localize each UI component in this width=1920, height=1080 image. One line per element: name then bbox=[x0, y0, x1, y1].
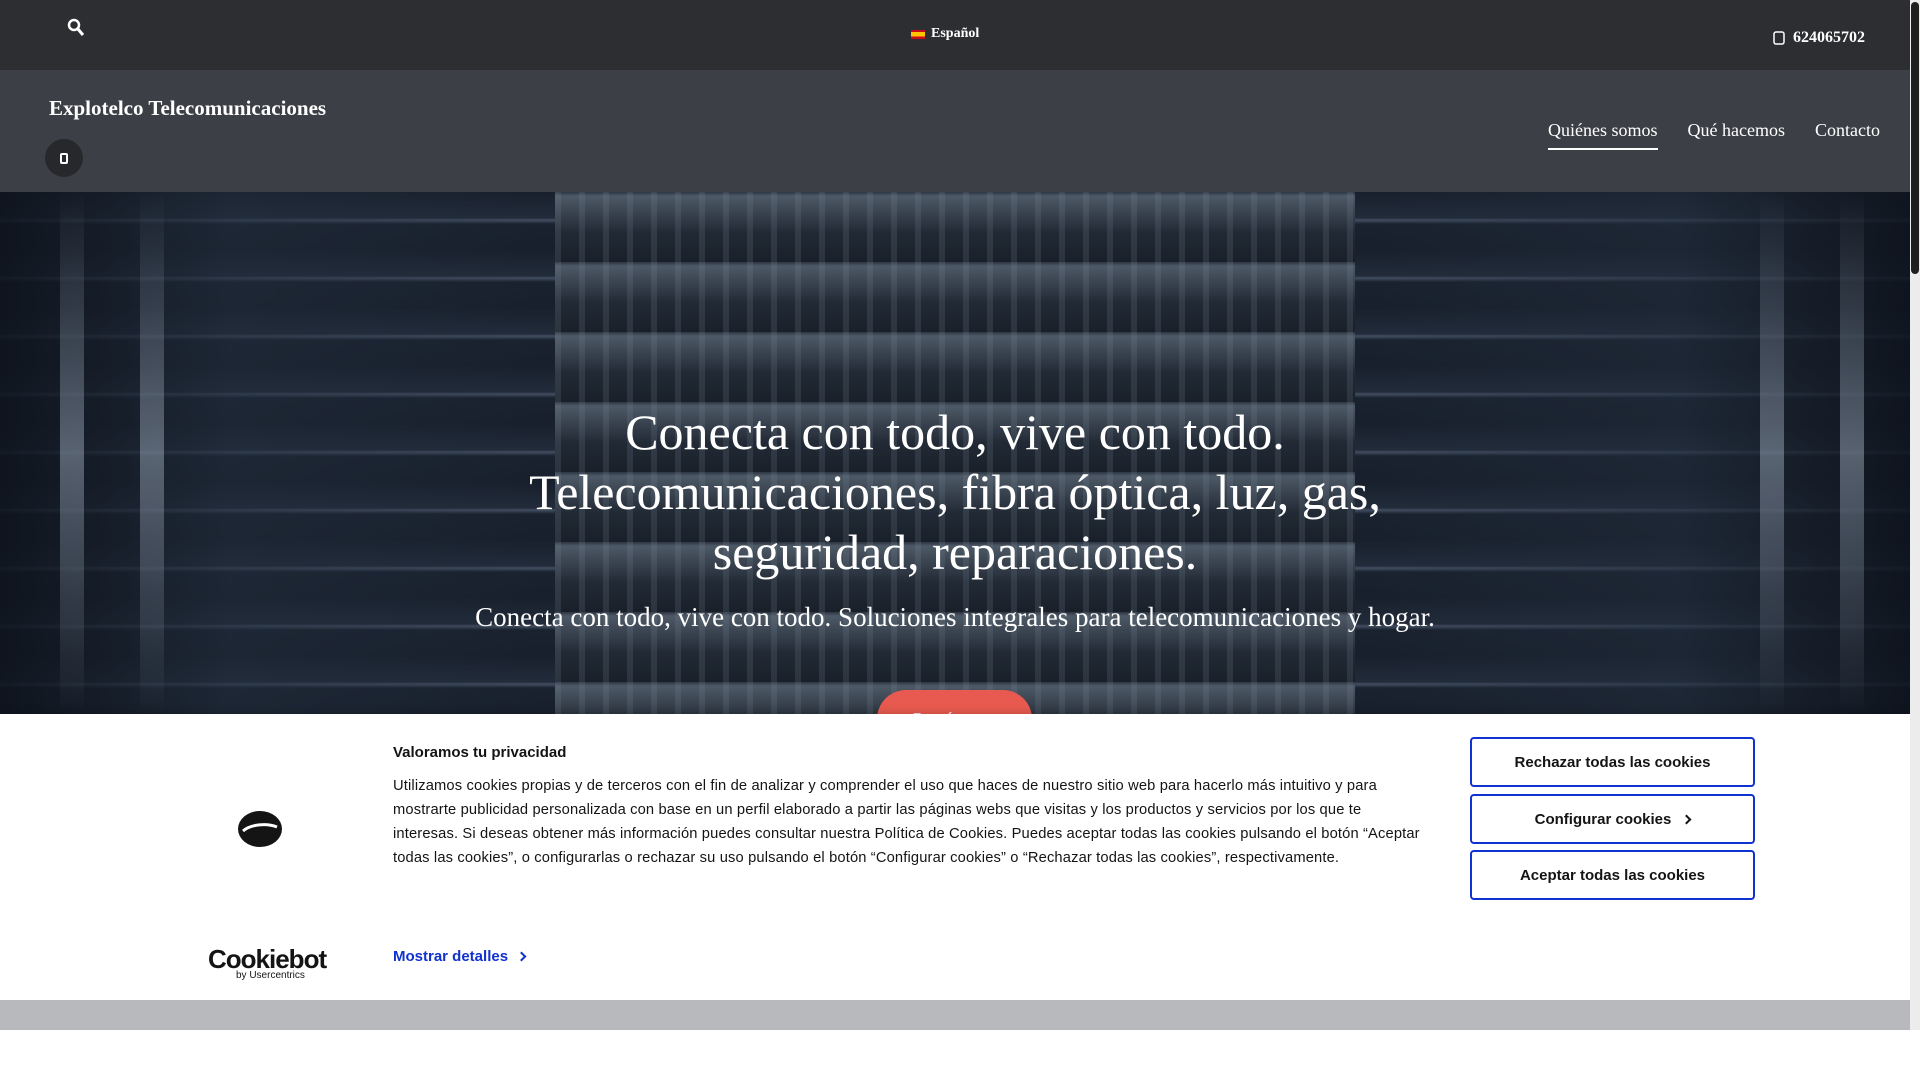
phone-icon bbox=[1773, 31, 1785, 45]
phone-number: 624065702 bbox=[1793, 29, 1865, 46]
spain-flag-icon bbox=[911, 29, 925, 39]
cookiebot-logo-name: Cookiebot bbox=[208, 944, 327, 974]
reject-all-cookies-button[interactable]: Rechazar todas las cookies bbox=[1470, 737, 1755, 787]
configure-label: Configurar cookies bbox=[1534, 810, 1672, 828]
social-link-button[interactable] bbox=[45, 139, 83, 177]
site-header: Explotelco Telecomunicaciones Quiénes so… bbox=[0, 70, 1910, 192]
scrollbar-thumb[interactable] bbox=[1911, 2, 1919, 274]
main-nav: Quiénes somos Qué hacemos Contacto bbox=[1548, 120, 1880, 150]
site-brand[interactable]: Explotelco Telecomunicaciones bbox=[49, 96, 326, 121]
cookiebot-logo[interactable]: Cookiebot by Usercentrics bbox=[208, 944, 327, 981]
social-icon bbox=[60, 152, 68, 164]
language-selector[interactable]: Español bbox=[911, 26, 979, 42]
hero-subtitle: Conecta con todo, vive con todo. Solucio… bbox=[475, 602, 1435, 632]
configure-cookies-button[interactable]: Configurar cookies bbox=[1470, 794, 1755, 844]
language-label: Español bbox=[931, 26, 980, 41]
contact-cta-button[interactable]: Contáctanos bbox=[877, 690, 1032, 714]
hero-title: Conecta con todo, vive con todo. Telecom… bbox=[529, 404, 1381, 580]
top-bar: Español 624065702 bbox=[0, 0, 1910, 70]
cookiebot-icon bbox=[237, 810, 283, 848]
accept-all-cookies-button[interactable]: Aceptar todas las cookies bbox=[1470, 850, 1755, 900]
hero-section: Conecta con todo, vive con todo. Telecom… bbox=[0, 192, 1910, 714]
nav-item-quienes-somos[interactable]: Quiénes somos bbox=[1548, 120, 1658, 150]
cookie-description: Utilizamos cookies propias y de terceros… bbox=[393, 778, 1420, 866]
page-bottom-strip bbox=[0, 1000, 1910, 1030]
accept-all-label: Aceptar todas las cookies bbox=[1519, 866, 1706, 884]
show-details-label: Mostrar detalles bbox=[393, 948, 509, 965]
search-icon[interactable] bbox=[67, 18, 85, 38]
cookie-title: Valoramos tu privacidad bbox=[393, 744, 567, 761]
show-details-link[interactable]: Mostrar detalles bbox=[393, 948, 527, 965]
phone-link[interactable]: 624065702 bbox=[1773, 29, 1865, 47]
nav-item-que-hacemos[interactable]: Qué hacemos bbox=[1688, 120, 1785, 150]
reject-all-label: Rechazar todas las cookies bbox=[1514, 753, 1711, 771]
chevron-right-icon bbox=[516, 951, 527, 962]
cookie-consent-banner: Cookiebot by Usercentrics Valoramos tu p… bbox=[0, 714, 1910, 1000]
nav-item-contacto[interactable]: Contacto bbox=[1815, 120, 1880, 150]
chevron-right-icon bbox=[1681, 814, 1692, 824]
